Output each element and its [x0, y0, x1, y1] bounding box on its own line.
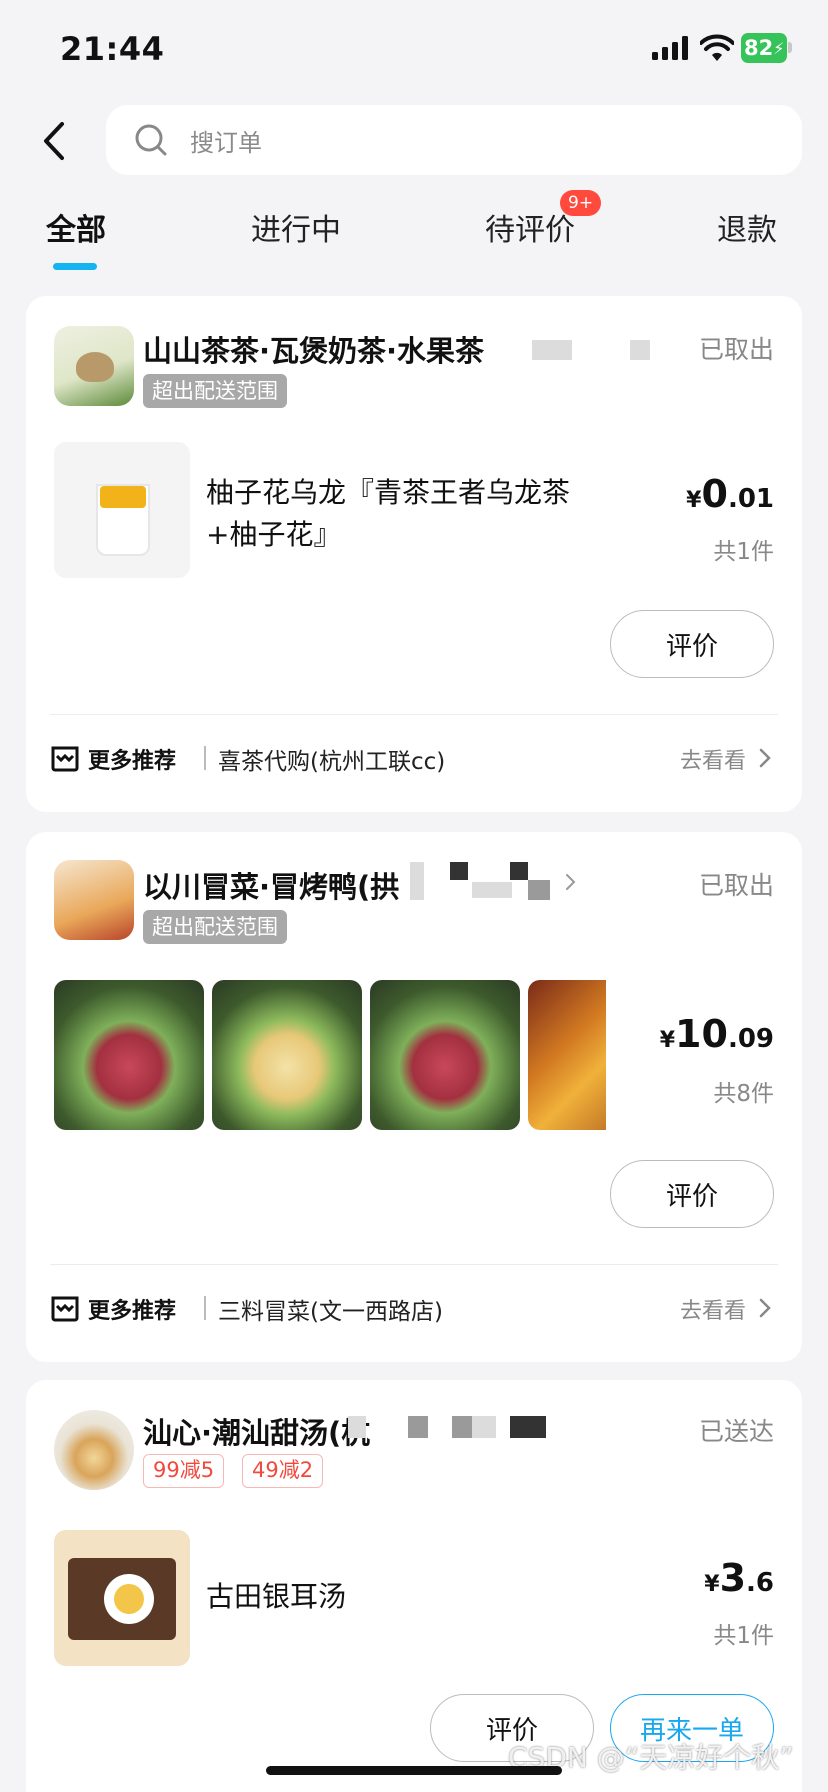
product-image[interactable]	[370, 980, 520, 1130]
review-button[interactable]: 评价	[610, 610, 774, 678]
promo-tag: 99减5	[143, 1454, 225, 1488]
order-status: 已取出	[698, 871, 774, 900]
search-placeholder: 搜订单	[190, 129, 262, 157]
price-integer: 10	[675, 1012, 728, 1056]
store-icon	[51, 746, 79, 772]
teapot-image	[76, 352, 114, 382]
shop-logo	[54, 860, 134, 940]
order-price: ¥3.6	[704, 1556, 774, 1600]
order-price: ¥0.01	[686, 472, 774, 516]
order-price: ¥10.09	[660, 1012, 774, 1056]
currency-symbol: ¥	[659, 1028, 676, 1053]
tab-to-review[interactable]: 待评价	[485, 205, 575, 249]
tea-fill	[100, 486, 146, 508]
product-name: 古田银耳汤	[206, 1580, 347, 1613]
out-of-range-tag: 超出配送范围	[143, 910, 287, 944]
product-image[interactable]	[54, 1530, 190, 1666]
battery-tip	[788, 42, 792, 53]
chevron-right-icon[interactable]	[758, 1297, 772, 1319]
divider	[50, 1264, 778, 1265]
separator	[204, 1296, 206, 1320]
recommended-shop[interactable]: 喜茶代购(杭州工联cc)	[218, 742, 445, 776]
redacted-text	[532, 340, 572, 360]
search-input[interactable]: 搜订单	[106, 105, 802, 175]
redacted-text	[410, 862, 424, 900]
redacted-text	[510, 1416, 546, 1438]
shop-name[interactable]: 汕心·潮汕甜汤(杭	[143, 1410, 370, 1452]
go-see-link[interactable]: 去看看	[680, 743, 746, 775]
redacted-text	[348, 1416, 366, 1438]
separator	[204, 746, 206, 770]
recommended-shop[interactable]: 三料冒菜(文一西路店)	[218, 1292, 443, 1326]
divider	[50, 714, 778, 715]
shop-logo	[54, 326, 134, 406]
battery-indicator: 82 ⚡	[741, 33, 787, 63]
price-decimal: .09	[727, 1024, 774, 1054]
redacted-text	[450, 862, 468, 880]
item-count: 共8件	[713, 1081, 774, 1107]
battery-level: 82	[744, 36, 774, 60]
item-count: 共1件	[713, 1623, 774, 1649]
soup-image	[114, 1584, 144, 1614]
order-card[interactable]: 以川冒菜·冒烤鸭(拱 已取出 超出配送范围 ¥10.09 共8件 评价 更多推荐…	[26, 832, 802, 1362]
charging-icon: ⚡	[773, 38, 785, 58]
shop-name[interactable]: 山山茶茶·瓦煲奶茶·水果茶	[143, 328, 484, 370]
back-icon[interactable]	[36, 118, 72, 164]
product-image[interactable]	[212, 980, 362, 1130]
status-time: 21:44	[60, 30, 165, 68]
redacted-text	[472, 1416, 496, 1438]
redacted-text	[510, 862, 528, 880]
go-see-link[interactable]: 去看看	[680, 1293, 746, 1325]
home-indicator[interactable]	[266, 1766, 562, 1775]
product-image[interactable]	[54, 980, 204, 1130]
currency-symbol: ¥	[704, 1572, 720, 1597]
price-decimal: .6	[746, 1568, 774, 1598]
out-of-range-tag: 超出配送范围	[143, 374, 287, 408]
product-image[interactable]	[528, 980, 606, 1130]
redacted-text	[452, 1416, 472, 1438]
price-integer: 3	[719, 1556, 747, 1600]
shop-name[interactable]: 以川冒菜·冒烤鸭(拱	[143, 864, 399, 906]
search-icon	[135, 124, 167, 156]
product-name: 柚子花乌龙『青茶王者乌龙茶+柚子花』	[206, 476, 571, 551]
redacted-text	[630, 340, 650, 360]
chevron-right-icon[interactable]	[758, 747, 772, 769]
tab-refund[interactable]: 退款	[717, 205, 777, 249]
redacted-text	[472, 882, 512, 898]
order-status: 已送达	[698, 1417, 774, 1446]
order-card[interactable]: 山山茶茶·瓦煲奶茶·水果茶 已取出 超出配送范围 柚子花乌龙『青茶王者乌龙茶+柚…	[26, 296, 802, 812]
more-recommend-label: 更多推荐	[88, 749, 177, 774]
order-card[interactable]: 汕心·潮汕甜汤(杭 已送达 99减5 49减2 古田银耳汤 ¥3.6 共1件 评…	[26, 1380, 802, 1792]
redacted-text	[408, 1416, 428, 1438]
redacted-text	[528, 880, 550, 900]
product-image[interactable]	[54, 442, 190, 578]
currency-symbol: ¥	[686, 488, 702, 513]
tab-indicator	[53, 263, 97, 270]
tab-in-progress[interactable]: 进行中	[251, 205, 341, 249]
chevron-right-icon[interactable]	[564, 872, 578, 892]
order-status: 已取出	[698, 335, 774, 364]
promo-tag: 49减2	[242, 1454, 324, 1488]
price-decimal: .01	[727, 484, 774, 514]
shop-logo	[54, 1410, 134, 1490]
price-integer: 0	[701, 472, 728, 516]
item-count: 共1件	[713, 539, 774, 565]
tab-all[interactable]: 全部	[46, 205, 106, 249]
review-count-badge: 9+	[560, 190, 602, 216]
store-icon	[51, 1296, 79, 1322]
wifi-icon	[700, 34, 734, 61]
signal-icon	[652, 36, 688, 60]
review-button[interactable]: 评价	[610, 1160, 774, 1228]
more-recommend-label: 更多推荐	[88, 1299, 177, 1324]
